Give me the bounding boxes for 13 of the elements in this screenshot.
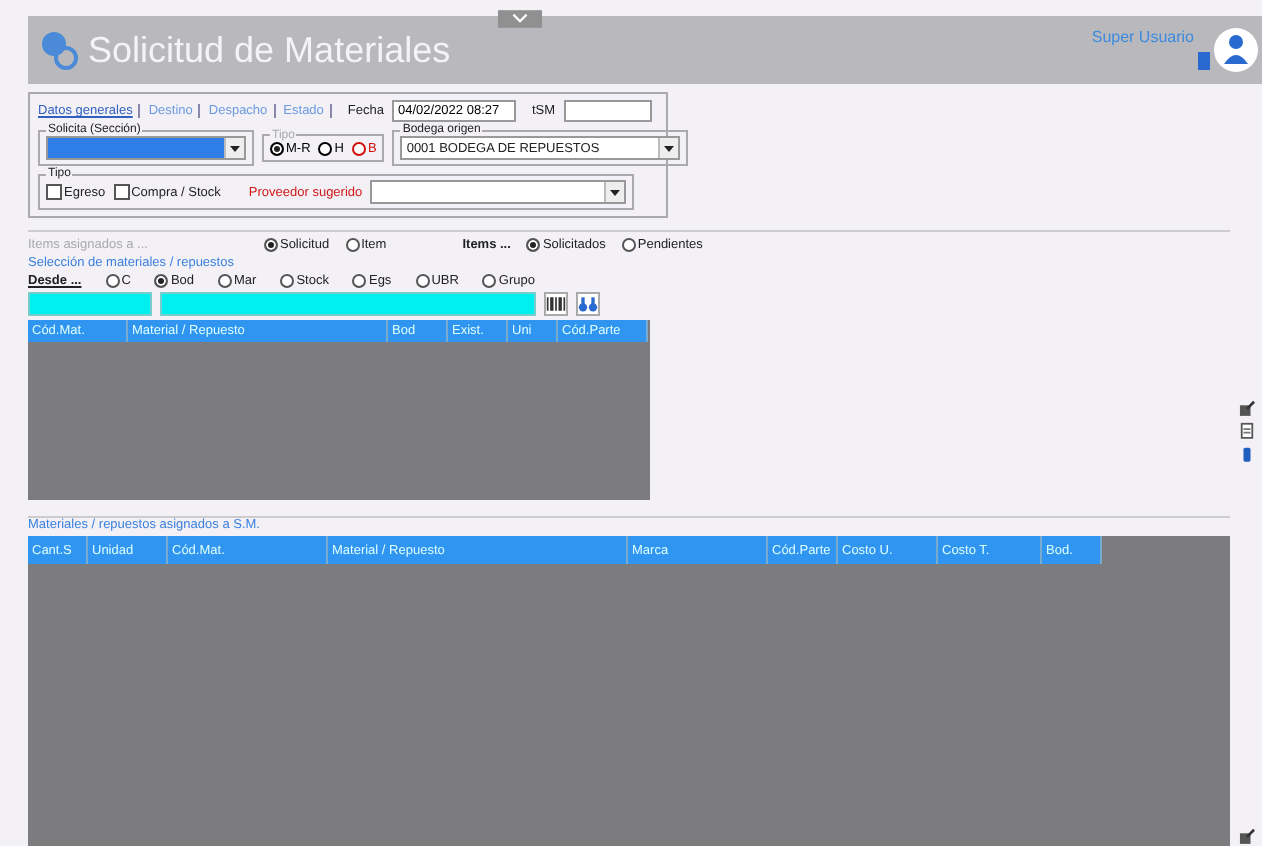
- window-title: Solicitud de Materiales: [88, 29, 451, 71]
- barcode-icon[interactable]: [544, 292, 568, 316]
- user-icon[interactable]: [1198, 24, 1258, 76]
- logo-icon: [40, 30, 80, 70]
- collapse-icon[interactable]: [498, 10, 542, 28]
- code-search-field[interactable]: [28, 292, 152, 316]
- binoculars-icon[interactable]: [576, 292, 600, 316]
- tsm-field[interactable]: [563, 100, 652, 122]
- edit-icon[interactable]: [1237, 399, 1255, 417]
- document-icon[interactable]: [1237, 422, 1255, 441]
- edit-icon[interactable]: [1237, 828, 1255, 846]
- name-search-field[interactable]: [160, 292, 536, 316]
- bottle-icon[interactable]: [1237, 446, 1255, 465]
